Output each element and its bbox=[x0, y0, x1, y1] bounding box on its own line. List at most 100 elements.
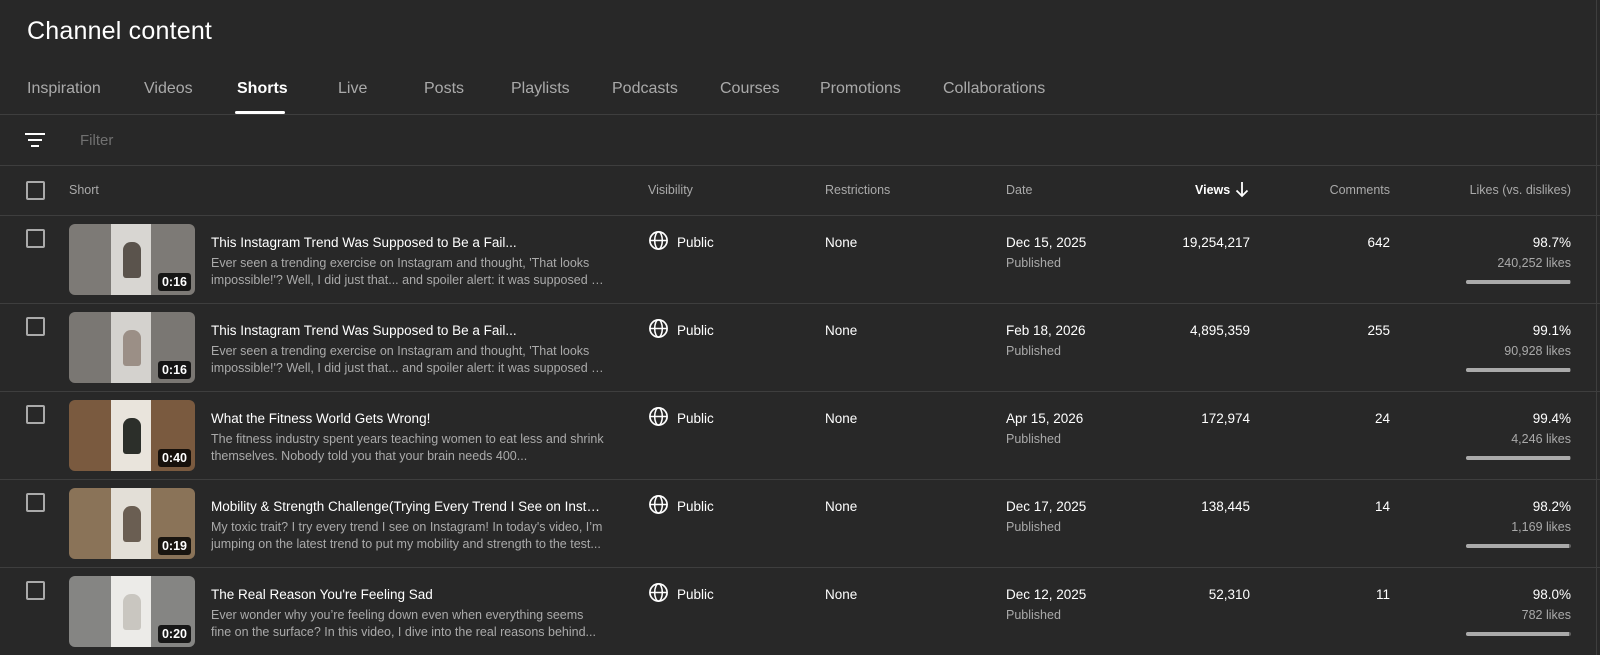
arrow-down-icon[interactable] bbox=[1235, 181, 1249, 198]
views-value: 19,254,217 bbox=[1182, 235, 1250, 250]
likes-ratio-bar bbox=[1466, 368, 1571, 372]
likes-ratio-bar bbox=[1466, 456, 1571, 460]
views-value: 4,895,359 bbox=[1189, 323, 1250, 338]
likes-count: 240,252 likes bbox=[1497, 256, 1571, 270]
video-title[interactable]: This Instagram Trend Was Supposed to Be … bbox=[211, 235, 606, 250]
tab-videos[interactable]: Videos bbox=[144, 80, 193, 98]
date-status: Published bbox=[1006, 432, 1061, 446]
video-thumbnail[interactable]: 0:16 bbox=[69, 224, 195, 295]
likes-percentage: 98.7% bbox=[1532, 235, 1571, 250]
comments-value: 11 bbox=[1375, 587, 1390, 602]
row-checkbox[interactable] bbox=[26, 317, 45, 336]
column-header-short: Short bbox=[69, 183, 99, 197]
likes-ratio-bar bbox=[1466, 280, 1571, 284]
likes-count: 1,169 likes bbox=[1511, 520, 1571, 534]
date-value: Apr 15, 2026 bbox=[1006, 411, 1084, 426]
row-checkbox[interactable] bbox=[26, 405, 45, 424]
tab-shorts[interactable]: Shorts bbox=[237, 80, 288, 98]
row-checkbox[interactable] bbox=[26, 581, 45, 600]
likes-percentage: 99.1% bbox=[1532, 323, 1571, 338]
date-status: Published bbox=[1006, 344, 1061, 358]
video-thumbnail[interactable]: 0:19 bbox=[69, 488, 195, 559]
video-description: Ever seen a trending exercise on Instagr… bbox=[211, 256, 602, 287]
likes-ratio-fill bbox=[1466, 280, 1570, 284]
tab-inspiration[interactable]: Inspiration bbox=[27, 80, 101, 98]
table-row[interactable]: 0:19 Mobility & Strength Challenge(Tryin… bbox=[0, 480, 1600, 568]
column-header-visibility[interactable]: Visibility bbox=[648, 183, 693, 197]
comments-value: 24 bbox=[1374, 411, 1390, 426]
likes-percentage: 98.2% bbox=[1532, 499, 1571, 514]
video-description: Ever seen a trending exercise on Instagr… bbox=[211, 344, 602, 375]
video-thumbnail[interactable]: 0:40 bbox=[69, 400, 195, 471]
globe-icon[interactable] bbox=[648, 494, 669, 515]
filter-input[interactable] bbox=[80, 127, 680, 153]
restrictions-value: None bbox=[825, 411, 858, 426]
video-description: The fitness industry spent years teachin… bbox=[211, 432, 604, 463]
table-row[interactable]: 0:16 This Instagram Trend Was Supposed t… bbox=[0, 216, 1600, 304]
visibility-label[interactable]: Public bbox=[677, 587, 714, 602]
restrictions-value: None bbox=[825, 235, 858, 250]
duration-badge: 0:20 bbox=[157, 625, 191, 643]
globe-icon[interactable] bbox=[648, 406, 669, 427]
tab-promotions[interactable]: Promotions bbox=[820, 80, 901, 98]
table-header: Short Visibility Restrictions Date Views… bbox=[0, 166, 1600, 216]
row-checkbox[interactable] bbox=[26, 493, 45, 512]
column-header-comments[interactable]: Comments bbox=[1330, 183, 1390, 197]
video-description: Ever wonder why you’re feeling down even… bbox=[211, 608, 596, 639]
date-value: Feb 18, 2026 bbox=[1006, 323, 1086, 338]
globe-icon[interactable] bbox=[648, 230, 669, 251]
date-value: Dec 12, 2025 bbox=[1006, 587, 1087, 602]
likes-ratio-fill bbox=[1466, 544, 1570, 548]
restrictions-value: None bbox=[825, 499, 858, 514]
filter-bar bbox=[0, 115, 1600, 166]
tab-courses[interactable]: Courses bbox=[720, 80, 780, 98]
table-row[interactable]: 0:16 This Instagram Trend Was Supposed t… bbox=[0, 304, 1600, 392]
views-value: 52,310 bbox=[1208, 587, 1250, 602]
likes-count: 782 likes bbox=[1521, 608, 1571, 622]
tab-live[interactable]: Live bbox=[338, 80, 367, 98]
filter-icon[interactable] bbox=[24, 129, 46, 151]
views-value: 172,974 bbox=[1201, 411, 1250, 426]
video-title[interactable]: What the Fitness World Gets Wrong! bbox=[211, 411, 606, 426]
duration-badge: 0:16 bbox=[157, 273, 191, 291]
video-title[interactable]: The Real Reason You're Feeling Sad bbox=[211, 587, 606, 602]
column-header-views[interactable]: Views bbox=[1195, 183, 1230, 197]
column-header-restrictions[interactable]: Restrictions bbox=[825, 183, 890, 197]
likes-percentage: 99.4% bbox=[1532, 411, 1571, 426]
date-status: Published bbox=[1006, 256, 1061, 270]
tab-collaborations[interactable]: Collaborations bbox=[943, 80, 1045, 98]
video-title[interactable]: This Instagram Trend Was Supposed to Be … bbox=[211, 323, 606, 338]
active-tab-indicator bbox=[235, 111, 285, 114]
scroll-edge-divider bbox=[1596, 0, 1597, 655]
video-title[interactable]: Mobility & Strength Challenge(Trying Eve… bbox=[211, 499, 606, 514]
tab-podcasts[interactable]: Podcasts bbox=[612, 80, 678, 98]
restrictions-value: None bbox=[825, 587, 858, 602]
visibility-label[interactable]: Public bbox=[677, 499, 714, 514]
globe-icon[interactable] bbox=[648, 318, 669, 339]
date-status: Published bbox=[1006, 520, 1061, 534]
views-value: 138,445 bbox=[1201, 499, 1250, 514]
video-thumbnail[interactable]: 0:16 bbox=[69, 312, 195, 383]
visibility-label[interactable]: Public bbox=[677, 323, 714, 338]
column-header-likes[interactable]: Likes (vs. dislikes) bbox=[1470, 183, 1571, 197]
comments-value: 14 bbox=[1374, 499, 1390, 514]
tab-playlists[interactable]: Playlists bbox=[511, 80, 570, 98]
select-all-checkbox[interactable] bbox=[26, 181, 45, 200]
visibility-label[interactable]: Public bbox=[677, 235, 714, 250]
tab-posts[interactable]: Posts bbox=[424, 80, 464, 98]
column-header-date[interactable]: Date bbox=[1006, 183, 1032, 197]
row-checkbox[interactable] bbox=[26, 229, 45, 248]
likes-ratio-fill bbox=[1466, 456, 1571, 460]
table-row[interactable]: 0:40 What the Fitness World Gets Wrong! … bbox=[0, 392, 1600, 480]
date-value: Dec 17, 2025 bbox=[1006, 499, 1087, 514]
table-row[interactable]: 0:20 The Real Reason You're Feeling Sad … bbox=[0, 568, 1600, 655]
globe-icon[interactable] bbox=[648, 582, 669, 603]
video-thumbnail[interactable]: 0:20 bbox=[69, 576, 195, 647]
visibility-label[interactable]: Public bbox=[677, 411, 714, 426]
comments-value: 642 bbox=[1367, 235, 1390, 250]
likes-ratio-fill bbox=[1466, 368, 1571, 372]
restrictions-value: None bbox=[825, 323, 858, 338]
video-description: My toxic trait? I try every trend I see … bbox=[211, 520, 603, 551]
date-value: Dec 15, 2025 bbox=[1006, 235, 1087, 250]
likes-count: 4,246 likes bbox=[1511, 432, 1571, 446]
